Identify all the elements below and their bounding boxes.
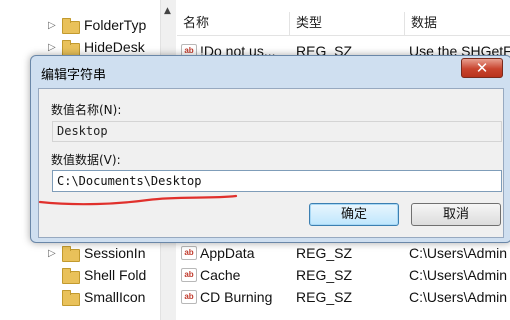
column-header-name[interactable]: 名称 (177, 12, 290, 35)
value-data-input[interactable]: C:\Documents\Desktop (52, 170, 502, 192)
value-name-label: 数值名称(N): (51, 103, 122, 117)
folder-icon (62, 290, 80, 306)
expand-arrow-icon[interactable]: ▷ (48, 42, 60, 53)
value-name: Cache (200, 267, 241, 283)
list-header: 名称 类型 数据 (177, 12, 510, 36)
edit-string-dialog: 编辑字符串 ✕ 数值名称(N): Desktop 数值数据(V): C:\Doc… (30, 55, 510, 243)
dialog-body: 数值名称(N): Desktop 数值数据(V): C:\Documents\D… (38, 88, 504, 238)
expand-arrow-icon[interactable]: ▷ (48, 20, 60, 31)
list-item[interactable]: ab AppData REG_SZ C:\Users\Admin (177, 242, 510, 264)
string-value-icon: ab (181, 290, 197, 304)
tree-item-label: SessionIn (84, 245, 146, 261)
value-data: C:\Users\Admin (409, 267, 508, 283)
tree-item-shell-folders[interactable]: Shell Fold (48, 264, 146, 286)
column-header-data[interactable]: 数据 (405, 12, 510, 35)
string-value-icon: ab (181, 268, 197, 282)
tree-item-smallicons[interactable]: SmallIcon (48, 286, 145, 308)
ok-button[interactable]: 确定 (309, 203, 399, 226)
folder-icon (62, 246, 80, 262)
string-value-icon: ab (181, 246, 197, 260)
cancel-button[interactable]: 取消 (411, 203, 501, 226)
value-name: CD Burning (200, 289, 273, 305)
folder-icon (62, 18, 80, 34)
expand-arrow-icon[interactable]: ▷ (48, 248, 60, 259)
tree-item-sessioninfo[interactable]: ▷ SessionIn (48, 242, 145, 264)
tree-item-label: Shell Fold (84, 267, 147, 283)
list-item[interactable]: ab Cache REG_SZ C:\Users\Admin (177, 264, 510, 286)
value-data: C:\Users\Admin (409, 245, 508, 261)
dialog-title: 编辑字符串 (41, 68, 107, 83)
close-icon: ✕ (475, 59, 489, 77)
scroll-up-arrow-icon[interactable]: ▲ (164, 6, 171, 16)
value-data: C:\Users\Admin (409, 289, 508, 305)
close-button[interactable]: ✕ (461, 58, 503, 78)
value-name-field[interactable]: Desktop (52, 121, 502, 142)
value-type: REG_SZ (296, 267, 353, 283)
value-type: REG_SZ (296, 289, 353, 305)
value-data-label: 数值数据(V): (51, 153, 121, 167)
dialog-titlebar[interactable]: 编辑字符串 ✕ (31, 56, 510, 86)
tree-item-label: FolderTyp (84, 17, 147, 33)
value-name: AppData (200, 245, 255, 261)
folder-icon (62, 268, 80, 284)
column-header-type[interactable]: 类型 (290, 12, 405, 35)
tree-item-label: HideDesk (84, 39, 145, 55)
list-item[interactable]: ab CD Burning REG_SZ C:\Users\Admin (177, 286, 510, 308)
tree-item-foldertype[interactable]: ▷ FolderTyp (48, 14, 146, 36)
tree-item-label: SmallIcon (84, 289, 146, 305)
folder-icon (62, 40, 80, 56)
value-type: REG_SZ (296, 245, 353, 261)
